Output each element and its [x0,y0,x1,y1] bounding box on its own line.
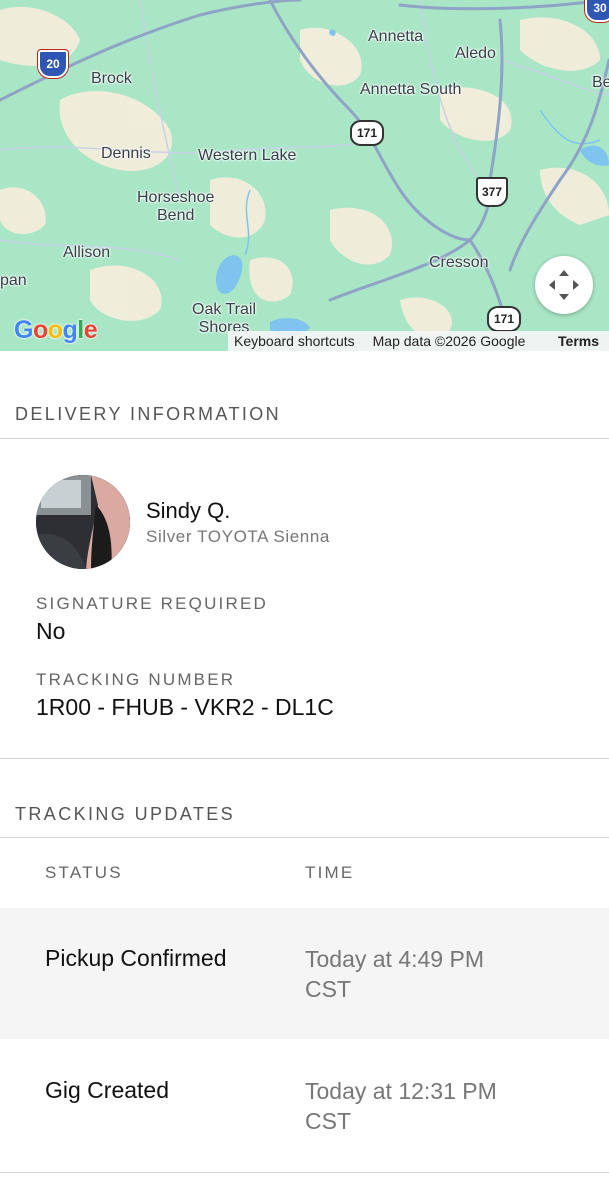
place-label: Dennis [101,145,151,162]
place-label: Cresson [429,254,489,271]
signature-label: SIGNATURE REQUIRED [36,594,268,613]
time-column-header: TIME [305,863,355,882]
place-label: Brock [91,70,132,87]
recenter-arrows-icon [549,270,579,300]
recenter-button[interactable] [535,256,593,314]
status-column-header: STATUS [45,863,123,882]
time-zone: CST [305,976,351,1002]
tracking-number-value: 1R00 - FHUB - VKR2 - DL1C [36,694,334,720]
signature-value: No [36,618,66,644]
divider [0,758,609,759]
place-label: Aledo [455,45,496,62]
map-terrain [0,0,609,337]
place-label: Be [592,74,609,91]
terms-link[interactable]: Terms [558,333,599,349]
state-route-shield: 171 [487,306,521,332]
divider [0,837,609,838]
status-cell: Gig Created [45,1077,170,1103]
time-zone: CST [305,1108,351,1134]
tracking-number-label: TRACKING NUMBER [36,670,236,689]
divider [0,438,609,439]
time-line: Today at 12:31 PM [305,1078,497,1104]
map-attribution-bar: Keyboard shortcuts Map data ©2026 Google… [228,331,609,351]
place-label: Annetta [368,28,424,45]
place-label: Allison [63,244,111,261]
google-logo: Google [14,316,98,344]
state-route-shield: 171 [350,120,384,146]
place-label: Annetta South [360,81,462,98]
driver-avatar [36,475,130,569]
map-data-text: Map data ©2026 Google [372,333,526,349]
delivery-section-title: DELIVERY INFORMATION [15,404,282,424]
map-view[interactable]: Brock Annetta Aledo Annetta South Dennis… [0,0,609,351]
table-row: Gig Created Today at 12:31 PM CST [0,1039,609,1172]
interstate-shield: 20 [38,50,68,78]
place-label: Horseshoe Bend [137,189,215,224]
divider [0,1172,609,1173]
time-cell: Today at 12:31 PM CST [305,1076,497,1136]
driver-vehicle: Silver TOYOTA Sienna [146,527,330,546]
tracking-section-title: TRACKING UPDATES [15,804,236,824]
driver-name: Sindy Q. [146,498,231,523]
status-cell: Pickup Confirmed [45,945,227,971]
us-route-shield: 377 [476,177,508,207]
keyboard-shortcuts-link[interactable]: Keyboard shortcuts [234,333,355,349]
interstate-shield: 30 [585,0,609,22]
table-row: Pickup Confirmed Today at 4:49 PM CST [0,908,609,1039]
time-cell: Today at 4:49 PM CST [305,944,484,1004]
place-label: Western Lake [198,147,297,164]
place-label: pan [0,272,27,289]
time-line: Today at 4:49 PM [305,946,484,972]
